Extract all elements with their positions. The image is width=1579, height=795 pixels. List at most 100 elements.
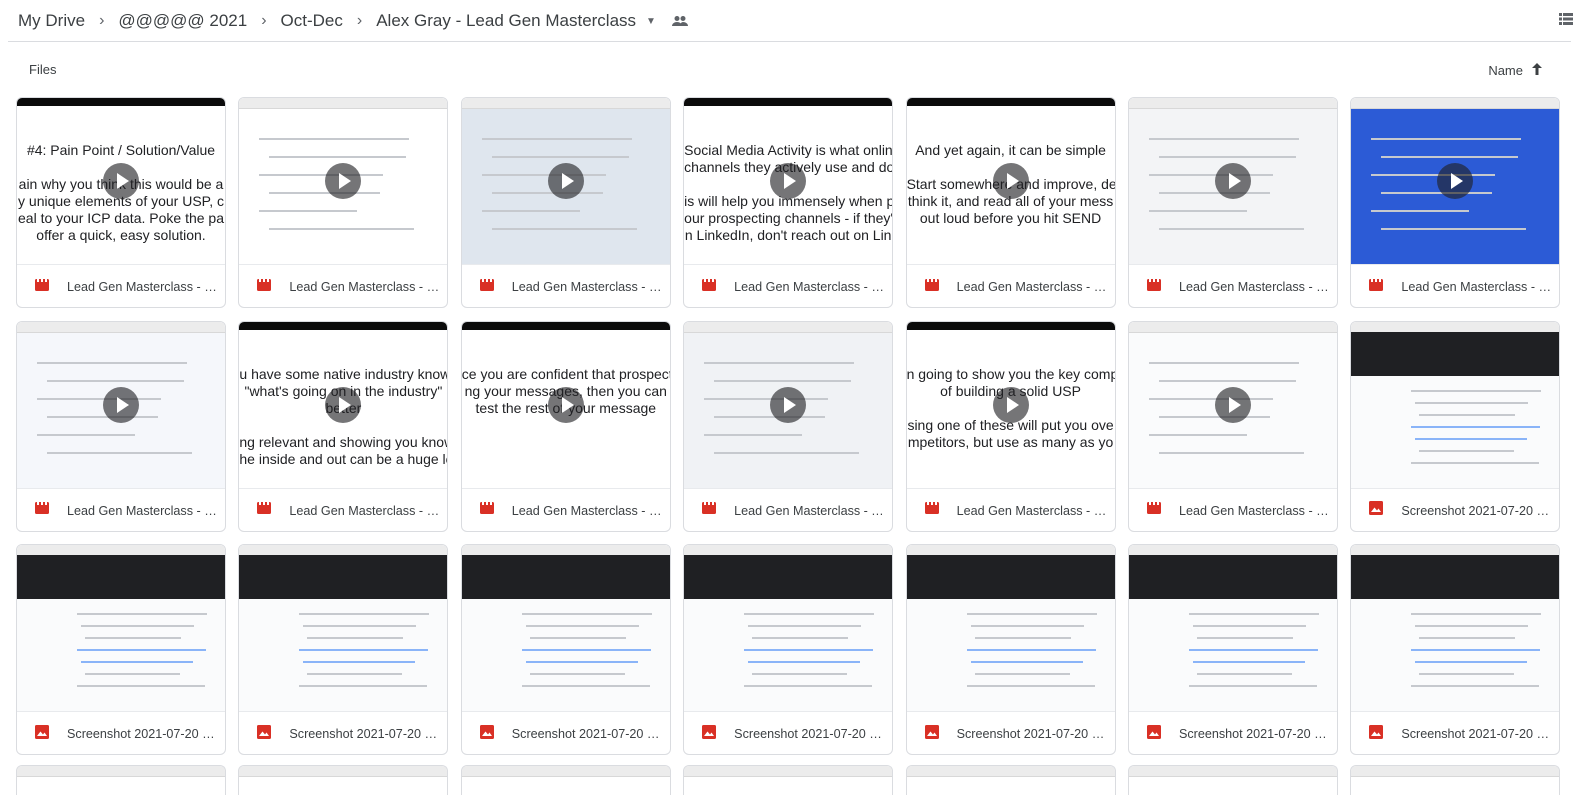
file-caption: Lead Gen Masterclass - Ot... xyxy=(1129,265,1337,307)
play-icon[interactable] xyxy=(325,386,362,423)
file-thumbnail[interactable] xyxy=(239,98,448,265)
image-file-card[interactable]: Screenshot 2021-07-20 11... xyxy=(1127,544,1338,755)
file-name: Screenshot 2021-07-20 11... xyxy=(1401,727,1552,741)
file-thumbnail[interactable] xyxy=(1128,98,1337,265)
breadcrumb-my-drive[interactable]: My Drive xyxy=(18,11,85,31)
video-file-icon xyxy=(1146,500,1162,521)
play-icon[interactable] xyxy=(1214,163,1251,199)
file-name: Screenshot 2021-07-20 11... xyxy=(67,727,217,741)
play-icon[interactable] xyxy=(103,163,139,199)
file-thumbnail[interactable] xyxy=(684,321,893,489)
video-file-card[interactable]: Lead Gen Masterclass - Te... xyxy=(683,320,894,532)
content-line xyxy=(704,361,855,364)
browser-frame xyxy=(17,321,225,333)
play-icon[interactable] xyxy=(547,386,584,423)
breadcrumb-current-folder[interactable]: Alex Gray - Lead Gen Masterclass xyxy=(376,11,636,31)
content-line xyxy=(966,613,1097,615)
image-file-card[interactable] xyxy=(1350,765,1561,795)
content-line xyxy=(269,192,381,194)
play-icon[interactable] xyxy=(1214,386,1251,423)
file-caption: Lead Gen Masterclass - Li... xyxy=(907,265,1115,307)
file-thumbnail[interactable] xyxy=(461,98,670,265)
file-thumbnail[interactable]: ce you are confident that prospect ng you… xyxy=(461,321,670,489)
video-file-icon xyxy=(34,500,50,521)
content-line xyxy=(47,415,158,418)
content-line xyxy=(1411,613,1542,615)
file-thumbnail[interactable]: u have some native industry know "what's … xyxy=(239,321,448,489)
image-file-card[interactable]: Screenshot 2021-07-20 11... xyxy=(1350,544,1561,755)
slide-text-line: Social Media Activity is what onlin xyxy=(684,142,893,158)
image-file-card[interactable] xyxy=(16,765,226,795)
file-thumbnail[interactable] xyxy=(1351,545,1560,712)
file-caption: Screenshot 2021-07-20 11... xyxy=(1351,489,1559,531)
video-frame-topbar xyxy=(684,98,893,106)
video-file-card[interactable]: ce you are confident that prospect ng you… xyxy=(460,320,671,532)
file-thumbnail[interactable] xyxy=(461,545,670,712)
content-line xyxy=(529,637,626,639)
video-file-card[interactable]: Lead Gen Masterclass - Fir... xyxy=(460,97,671,308)
video-file-icon xyxy=(479,500,495,521)
play-icon[interactable] xyxy=(992,163,1029,199)
play-icon[interactable] xyxy=(103,386,139,423)
video-file-card[interactable]: Lead Gen Masterclass - Vi... xyxy=(1127,320,1338,532)
play-icon[interactable] xyxy=(770,163,807,199)
content-line xyxy=(525,625,639,627)
image-file-icon xyxy=(1146,724,1162,745)
image-file-card[interactable] xyxy=(683,765,894,795)
content-line xyxy=(1371,138,1522,140)
image-file-card[interactable] xyxy=(1127,765,1338,795)
image-file-card[interactable]: Screenshot 2021-07-20 11... xyxy=(683,544,894,755)
image-file-card[interactable]: Screenshot 2021-07-20 11... xyxy=(1350,320,1561,532)
breadcrumb-folder-oct-dec[interactable]: Oct-Dec xyxy=(281,11,343,31)
file-thumbnail[interactable] xyxy=(17,321,225,489)
content-line xyxy=(37,397,161,400)
content-line xyxy=(1158,192,1270,194)
file-caption: Lead Gen Masterclass - Te... xyxy=(684,489,892,531)
play-icon[interactable] xyxy=(770,386,807,423)
content-line xyxy=(481,210,580,212)
content-line xyxy=(966,649,1096,651)
image-file-card[interactable] xyxy=(905,765,1116,795)
file-thumbnail[interactable]: n going to show you the key comp of build… xyxy=(906,321,1115,489)
video-file-card[interactable]: #4: Pain Point / Solution/Value ain why … xyxy=(16,97,226,308)
image-file-card[interactable]: Screenshot 2021-07-20 11... xyxy=(460,544,671,755)
video-file-card[interactable]: Lead Gen Masterclass - Sa... xyxy=(16,320,226,532)
file-thumbnail[interactable] xyxy=(1128,545,1337,712)
file-caption: Screenshot 2021-07-20 11... xyxy=(239,712,447,754)
file-thumbnail[interactable] xyxy=(906,545,1115,712)
image-file-card[interactable]: Screenshot 2021-07-20 11... xyxy=(238,544,449,755)
file-thumbnail[interactable]: #4: Pain Point / Solution/Value ain why … xyxy=(17,98,225,265)
file-thumbnail[interactable] xyxy=(239,545,448,712)
video-file-icon xyxy=(256,500,272,521)
image-file-card[interactable] xyxy=(238,765,449,795)
image-file-card[interactable]: Screenshot 2021-07-20 11... xyxy=(905,544,1116,755)
video-file-card[interactable]: u have some native industry know "what's … xyxy=(238,320,449,532)
sort-by-name-button[interactable]: Name xyxy=(1488,62,1543,79)
video-file-card[interactable]: n going to show you the key comp of build… xyxy=(905,320,1116,532)
content-line xyxy=(1196,673,1292,675)
image-file-card[interactable] xyxy=(460,765,671,795)
video-file-card[interactable]: Lead Gen Masterclass - Ot... xyxy=(1127,97,1338,308)
file-thumbnail[interactable] xyxy=(1351,98,1560,265)
video-file-card[interactable]: Lead Gen Masterclass - Di... xyxy=(238,97,449,308)
file-thumbnail[interactable]: And yet again, it can be simple Start so… xyxy=(906,98,1115,265)
file-thumbnail[interactable] xyxy=(17,545,225,712)
file-grid: #4: Pain Point / Solution/Value ain why … xyxy=(16,97,1561,755)
sort-label: Name xyxy=(1488,63,1523,78)
file-thumbnail[interactable] xyxy=(684,545,893,712)
file-thumbnail[interactable] xyxy=(1351,321,1560,489)
content-line xyxy=(81,625,194,627)
breadcrumb-folder-2021[interactable]: @@@@@ 2021 xyxy=(118,11,247,31)
content-line xyxy=(259,174,384,176)
content-line xyxy=(1148,433,1247,436)
folder-menu-caret-icon[interactable]: ▼ xyxy=(646,16,656,27)
play-icon[interactable] xyxy=(547,163,584,199)
video-file-card[interactable]: Social Media Activity is what onlin chann… xyxy=(683,97,894,308)
video-file-card[interactable]: Lead Gen Masterclass - O... xyxy=(1350,97,1561,308)
list-view-icon[interactable] xyxy=(1559,12,1573,31)
image-file-card[interactable]: Screenshot 2021-07-20 11... xyxy=(16,544,226,755)
file-thumbnail[interactable] xyxy=(1128,321,1337,489)
play-icon[interactable] xyxy=(992,386,1029,423)
file-thumbnail[interactable]: Social Media Activity is what onlin chann… xyxy=(684,98,893,265)
video-file-card[interactable]: And yet again, it can be simple Start so… xyxy=(905,97,1116,308)
